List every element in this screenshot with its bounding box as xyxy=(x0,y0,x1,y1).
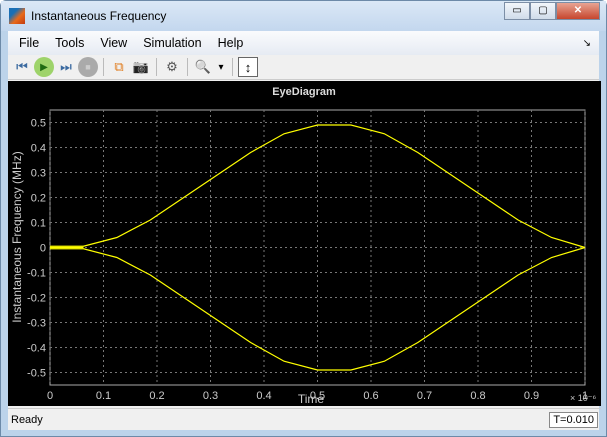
y-tick-label: -0.5 xyxy=(27,368,46,380)
menu-tools[interactable]: Tools xyxy=(47,36,92,50)
close-button[interactable]: ✕ xyxy=(556,2,600,20)
snapshot-icon[interactable]: 📷 xyxy=(131,57,151,77)
step-forward-icon[interactable]: ⏭ xyxy=(56,57,76,77)
status-bar: Ready T=0.010 xyxy=(8,408,601,430)
menu-view[interactable]: View xyxy=(92,36,135,50)
x-tick-label: 0 xyxy=(47,390,53,402)
y-tick-label: -0.4 xyxy=(27,343,46,355)
undock-arrow-icon[interactable]: ↘ xyxy=(575,38,599,49)
dropdown-arrow-icon[interactable]: ▾ xyxy=(215,57,227,77)
y-tick-label: 0.4 xyxy=(31,143,46,155)
scope-display: EyeDiagram Time Instantaneous Frequency (M… xyxy=(8,81,601,406)
y-tick-label: 0.1 xyxy=(31,218,46,230)
y-tick-label: -0.2 xyxy=(27,293,46,305)
x-tick-label: 0.2 xyxy=(149,390,164,402)
y-tick-label: 0.5 xyxy=(31,118,46,130)
x-tick-label: 0.5 xyxy=(310,390,325,402)
x-tick-label: 0.3 xyxy=(203,390,218,402)
x-tick-label: 0.9 xyxy=(524,390,539,402)
y-tick-label: 0 xyxy=(40,243,46,255)
window-title: Instantaneous Frequency xyxy=(31,9,167,23)
y-tick-label: -0.3 xyxy=(27,318,46,330)
run-icon[interactable]: ▶ xyxy=(34,57,54,77)
y-tick-label: 0.2 xyxy=(31,193,46,205)
x-tick-label: 0.7 xyxy=(417,390,432,402)
autoscale-icon[interactable]: ↕ xyxy=(238,57,258,77)
y-axis-label: Instantaneous Frequency (MHz) xyxy=(10,151,24,322)
menu-file[interactable]: File xyxy=(11,36,47,50)
x-tick-label: 0.1 xyxy=(96,390,111,402)
stop-icon[interactable]: ■ xyxy=(78,57,98,77)
title-bar: Instantaneous Frequency ▭ ▢ ✕ xyxy=(1,1,606,31)
scope-window: Instantaneous Frequency ▭ ▢ ✕ File Tools… xyxy=(0,0,607,437)
step-back-icon[interactable]: ⏮ xyxy=(12,57,32,77)
highlight-model-icon[interactable]: ⧉ xyxy=(109,57,129,77)
menu-simulation[interactable]: Simulation xyxy=(135,36,209,50)
minimize-button[interactable]: ▭ xyxy=(504,2,530,20)
x-tick-label: 0.6 xyxy=(363,390,378,402)
y-tick-label: 0.3 xyxy=(31,168,46,180)
maximize-button[interactable]: ▢ xyxy=(530,2,556,20)
zoom-in-icon[interactable]: 🔍 xyxy=(193,57,213,77)
y-tick-label: -0.1 xyxy=(27,268,46,280)
x-tick-label: 0.8 xyxy=(470,390,485,402)
simulation-time: T=0.010 xyxy=(549,411,598,428)
x-tick-label: 1 xyxy=(582,390,588,402)
eye-diagram-chart[interactable]: EyeDiagramTimeInstantaneous Frequency (M… xyxy=(8,81,601,406)
menu-help[interactable]: Help xyxy=(210,36,252,50)
menu-bar: File Tools View Simulation Help ↘ xyxy=(8,31,599,55)
x-tick-label: 0.4 xyxy=(256,390,271,402)
toolbar: ⏮ ▶ ⏭ ■ ⧉ 📷 ⚙ 🔍 ▾ ↕ xyxy=(8,55,599,80)
matlab-logo-icon xyxy=(9,8,25,24)
settings-icon[interactable]: ⚙ xyxy=(162,57,182,77)
chart-title: EyeDiagram xyxy=(272,86,336,98)
status-text: Ready xyxy=(11,413,43,426)
